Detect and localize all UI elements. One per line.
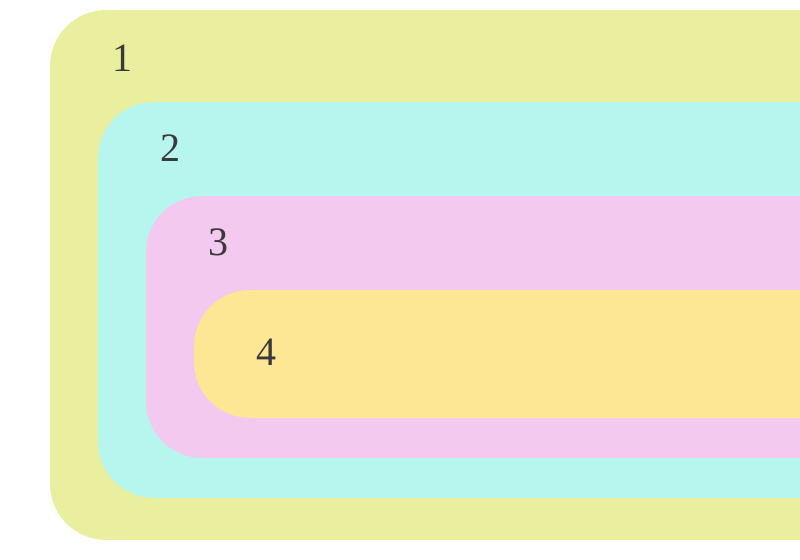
layer-4: 4 xyxy=(194,290,800,418)
layer-3-label: 3 xyxy=(208,222,228,262)
layer-4-label: 4 xyxy=(256,332,276,372)
layer-2-label: 2 xyxy=(160,128,180,168)
layer-1-label: 1 xyxy=(112,38,132,78)
nested-layers-diagram: 1 2 3 4 xyxy=(50,10,750,540)
